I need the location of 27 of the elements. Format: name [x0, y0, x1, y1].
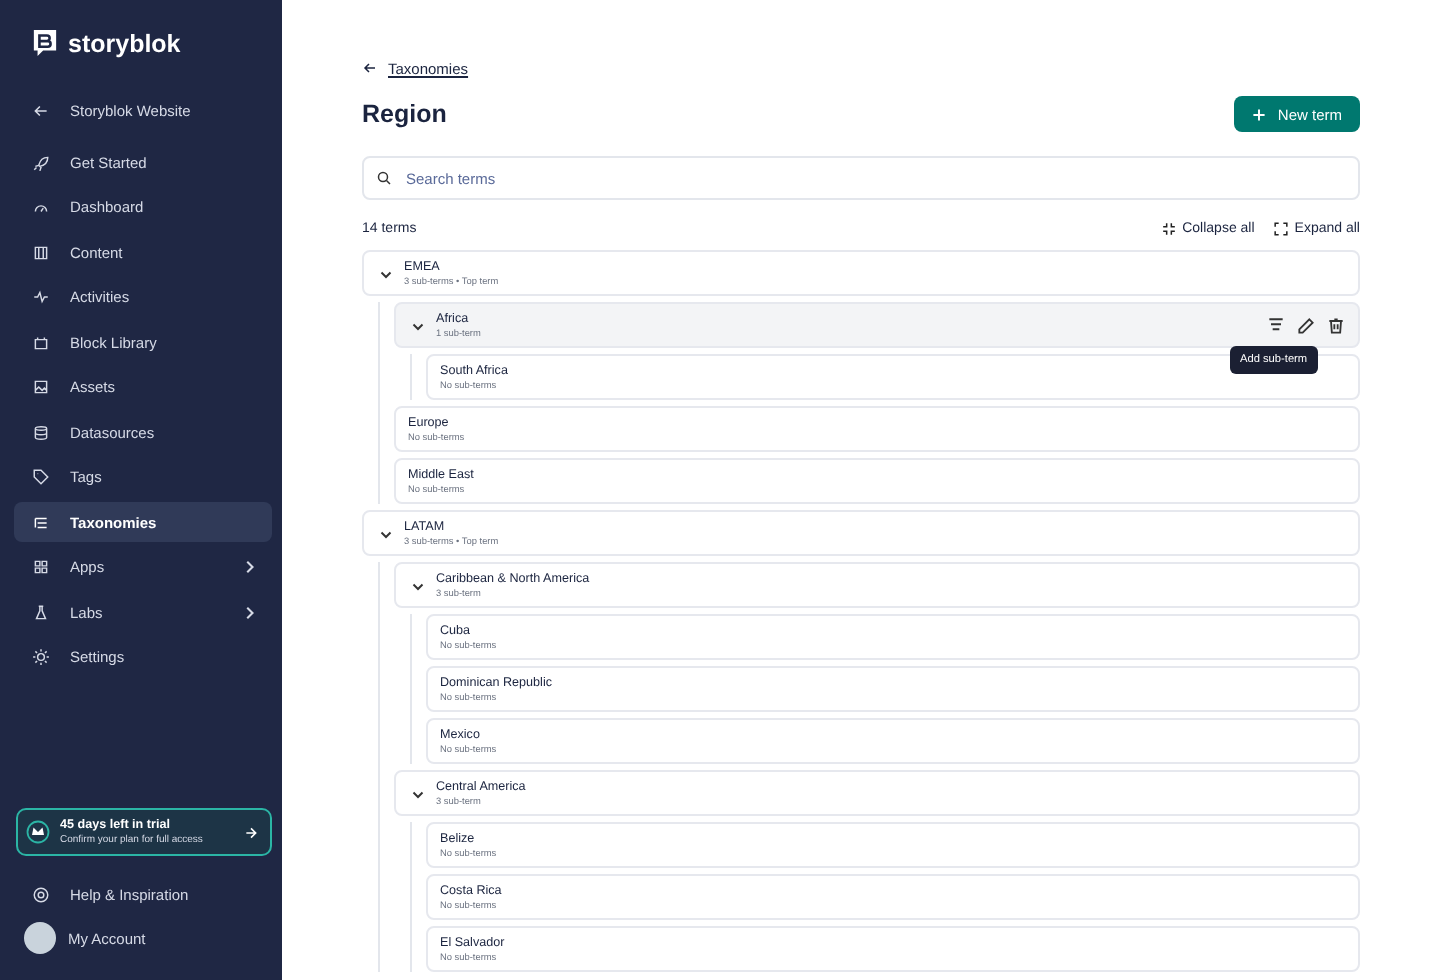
logo-icon: [32, 28, 58, 58]
page-title: Region: [362, 100, 447, 128]
pencil-icon[interactable]: [1296, 315, 1316, 335]
pulse-icon: [32, 288, 50, 306]
expand-icon: [1274, 221, 1289, 235]
list-icon: [32, 513, 50, 531]
collapse-icon: [1162, 221, 1177, 235]
tray-icon: [32, 333, 50, 351]
chevron-right-icon: [242, 560, 256, 574]
brand-name: storyblok: [68, 29, 181, 57]
panel-icon: [32, 243, 50, 261]
grid-icon: [32, 558, 50, 576]
back-arrow-icon: [32, 101, 50, 119]
tag-icon: [32, 468, 50, 486]
avatar: [24, 922, 56, 954]
flask-icon: [32, 603, 50, 621]
trash-icon[interactable]: [1326, 315, 1346, 335]
database-icon: [32, 423, 50, 441]
gear-icon: [32, 648, 50, 666]
arrow-right-icon: [244, 825, 258, 839]
crown-icon: [26, 820, 50, 844]
chevron-right-icon: [242, 605, 256, 619]
lifebuoy-icon: [32, 885, 50, 903]
image-icon: [32, 378, 50, 396]
back-arrow-icon: [362, 60, 378, 76]
rocket-icon: [32, 153, 50, 171]
plus-icon: [1251, 107, 1266, 121]
